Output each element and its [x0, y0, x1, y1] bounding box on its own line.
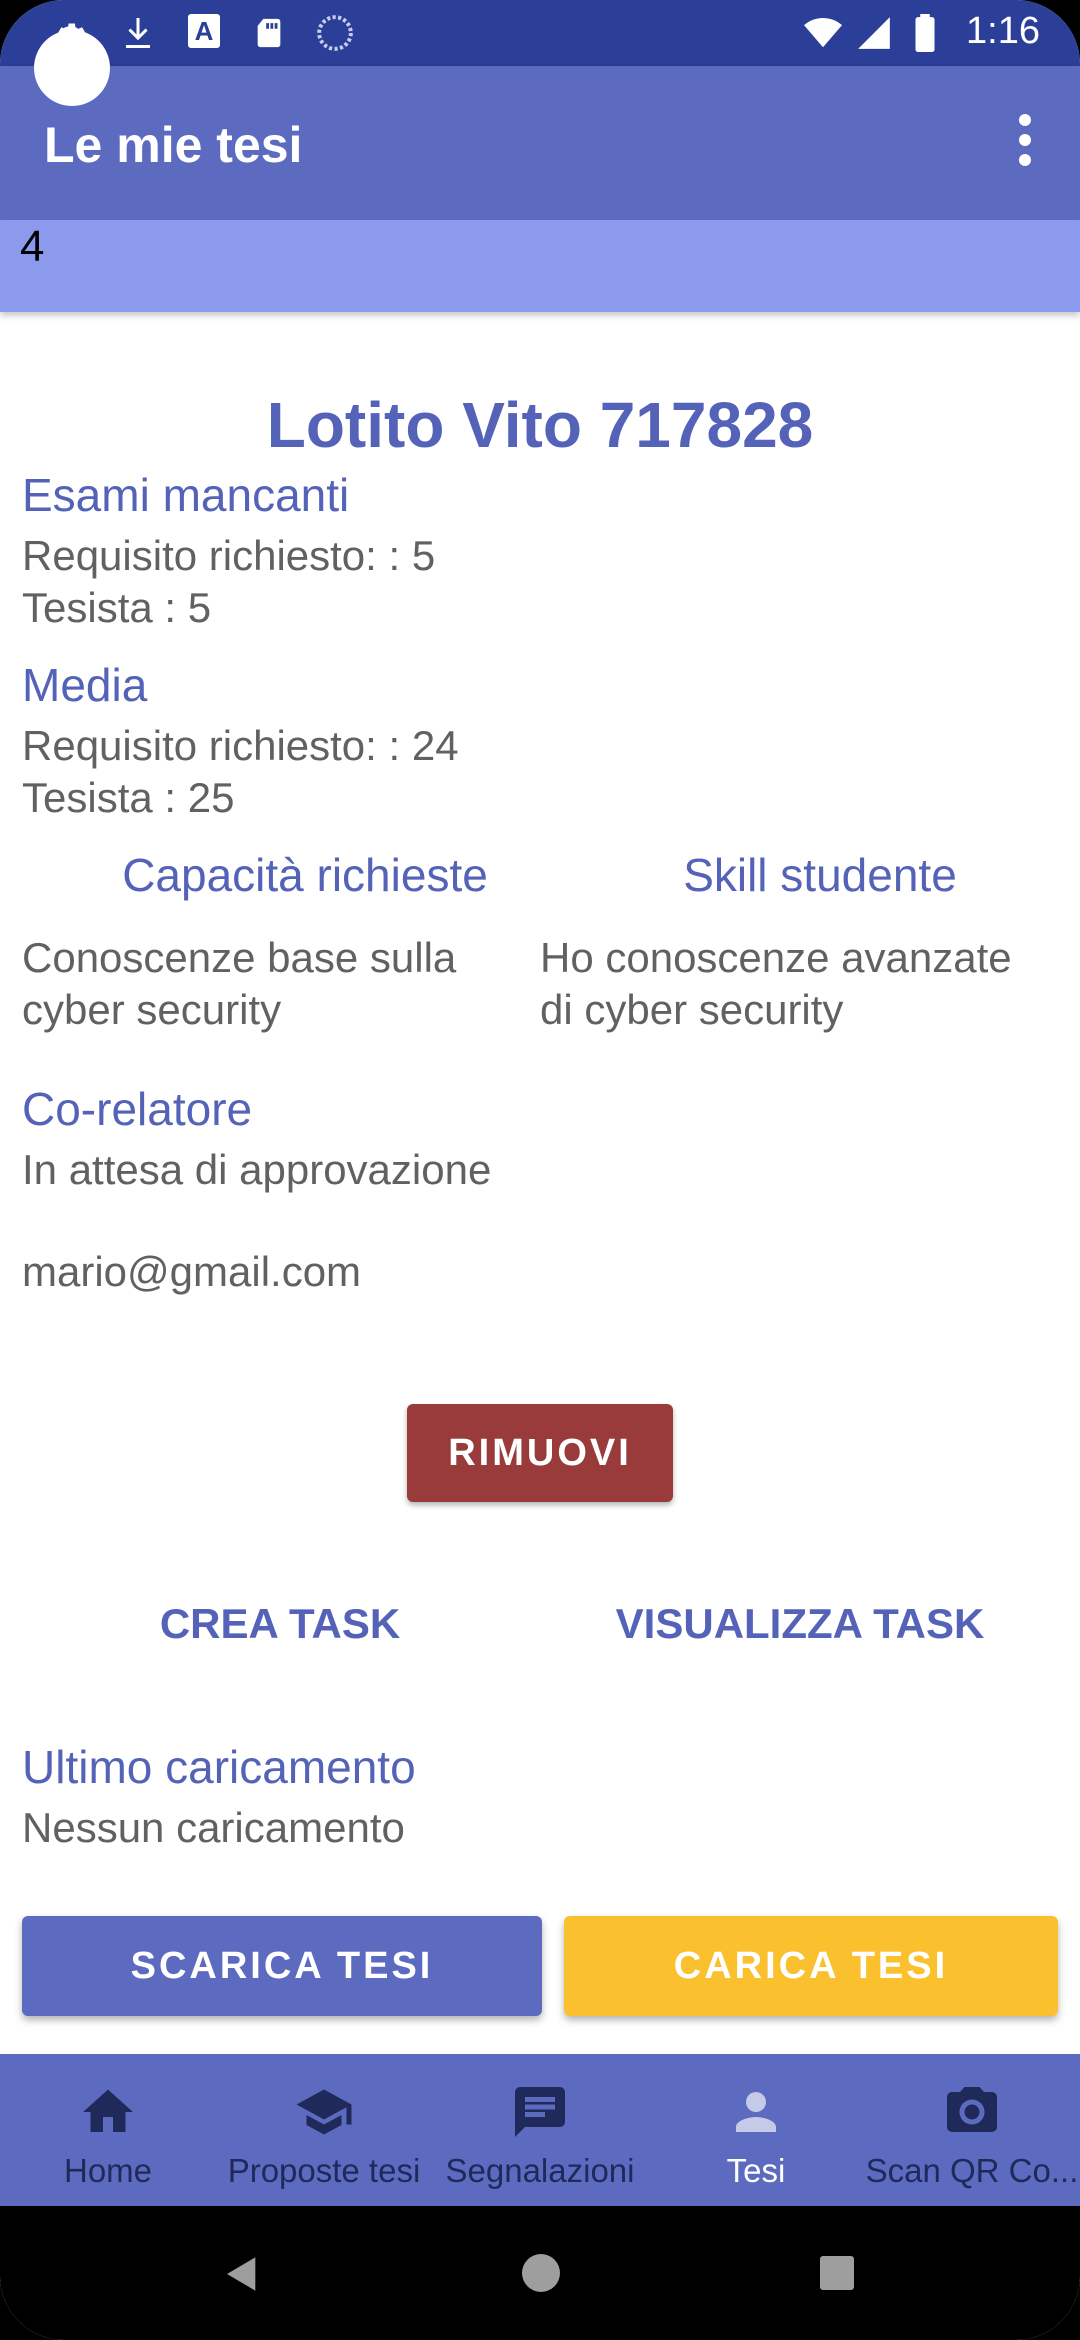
loading-icon [317, 15, 353, 51]
nav-thesis[interactable]: Tesi [648, 2054, 864, 2206]
nav-scan-qr[interactable]: Scan QR Co... [864, 2054, 1080, 2206]
message-icon [515, 2087, 565, 2137]
floating-indicator [34, 30, 110, 106]
average-required: Requisito richiesto: : 24 [22, 722, 459, 769]
nav-reports[interactable]: Segnalazioni [432, 2054, 648, 2206]
system-navigation-bar [0, 2206, 1080, 2340]
exams-label: Esami mancanti [22, 469, 350, 521]
band-value: 4 [20, 222, 45, 271]
nav-thesis-label: Tesi [726, 2152, 786, 2189]
page-title: Le mie tesi [44, 117, 303, 173]
student-name: Lotito Vito 717828 [266, 389, 814, 461]
create-task-button[interactable]: CREA TASK [100, 1600, 460, 1660]
download-icon [126, 18, 150, 48]
status-bar: A 1:16 [0, 0, 1080, 66]
required-skills-line1: Conoscenze base sulla [22, 934, 457, 981]
view-task-button[interactable]: VISUALIZZA TASK [580, 1600, 1020, 1660]
nav-proposals[interactable]: Proposte tesi [216, 2054, 432, 2206]
home-button-icon[interactable] [522, 2254, 560, 2292]
remove-button[interactable]: RIMUOVI [407, 1404, 673, 1502]
selected-thesis-band: 4 [0, 220, 1080, 312]
nav-home[interactable]: Home [0, 2054, 216, 2206]
required-skills-line2: cyber security [22, 986, 282, 1033]
more-vert-icon[interactable] [1000, 106, 1050, 176]
recents-icon[interactable] [820, 2256, 854, 2290]
last-upload-value: Nessun caricamento [22, 1804, 405, 1851]
exams-required: Requisito richiesto: : 5 [22, 532, 436, 579]
clock: 1:16 [966, 10, 1040, 52]
student-skills-label: Skill studente [683, 849, 957, 901]
app-bar: Le mie tesi [0, 66, 1080, 220]
bottom-navigation: Home Proposte tesi Segnalazioni Tesi Sca… [0, 2054, 1080, 2206]
corelator-status: In attesa di approvazione [22, 1146, 492, 1193]
nav-proposals-label: Proposte tesi [227, 2152, 421, 2189]
upload-thesis-button[interactable]: CARICA TESI [564, 1916, 1058, 2016]
corelator-label: Co-relatore [22, 1083, 253, 1135]
student-skills-line1: Ho conoscenze avanzate [540, 934, 1012, 981]
nav-reports-label: Segnalazioni [445, 2152, 635, 2189]
average-student: Tesista : 25 [22, 774, 235, 821]
sd-card-icon [257, 18, 281, 48]
back-icon[interactable] [222, 2254, 262, 2294]
exams-student: Tesista : 5 [22, 584, 212, 631]
text-badge-icon: A [188, 14, 220, 48]
battery-icon [915, 14, 935, 52]
nav-scan-qr-label: Scan QR Co... [865, 2152, 1079, 2189]
student-skills-line2: di cyber security [540, 986, 844, 1033]
nav-home-label: Home [63, 2152, 153, 2189]
signal-icon [858, 17, 890, 49]
wifi-icon [804, 17, 842, 48]
last-upload-label: Ultimo caricamento [22, 1741, 416, 1793]
screen: A 1:16 Le mie tesi 4 Lotito Vito 717828 … [0, 0, 1080, 2340]
person-icon [736, 2092, 776, 2132]
home-icon [83, 2089, 133, 2132]
graduation-cap-icon [296, 2089, 352, 2135]
download-thesis-button[interactable]: SCARICA TESI [22, 1916, 542, 2016]
corelator-email: mario@gmail.com [22, 1248, 362, 1295]
required-skills-label: Capacità richieste [122, 849, 488, 901]
average-label: Media [22, 659, 148, 711]
camera-icon [947, 2087, 997, 2132]
